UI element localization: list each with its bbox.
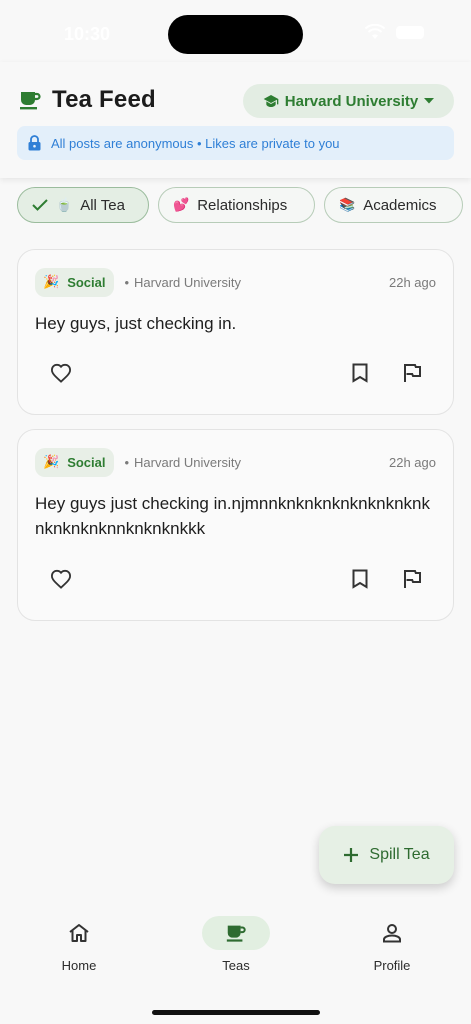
category-tag[interactable]: 🎉 Social: [35, 267, 115, 297]
nav-teas[interactable]: Teas: [186, 916, 286, 973]
like-button[interactable]: [48, 566, 74, 592]
screen: 10:30 Tea Feed Harvard University All po…: [0, 0, 471, 1024]
wifi-icon: [364, 24, 386, 39]
home-icon: [69, 924, 89, 942]
status-bar: 10:30: [0, 0, 471, 62]
cup-icon: [226, 925, 246, 942]
bookmark-button[interactable]: [347, 360, 373, 386]
chevron-down-icon: [424, 98, 435, 104]
nav-icon-wrap: [45, 916, 113, 950]
spill-tea-label: Spill Tea: [369, 846, 430, 863]
tea-emoji-icon: 🍵: [56, 197, 73, 212]
nav-profile[interactable]: Profile: [342, 916, 442, 973]
report-button[interactable]: [399, 360, 425, 386]
home-indicator[interactable]: [152, 1010, 320, 1015]
graduation-cap-icon: [263, 95, 279, 107]
spill-tea-button[interactable]: Spill Tea: [319, 826, 454, 884]
nav-icon-wrap: [358, 916, 426, 950]
flag-icon: [404, 570, 421, 588]
brand: Tea Feed: [18, 86, 156, 114]
nav-label: Teas: [222, 958, 250, 973]
bookmark-icon: [352, 363, 368, 383]
dynamic-island: [168, 15, 303, 54]
books-emoji-icon: 📚: [339, 197, 356, 212]
like-button[interactable]: [48, 360, 74, 386]
plus-icon: [344, 848, 359, 862]
bottom-nav: Home Teas Profile: [0, 900, 471, 1024]
party-emoji-icon: 🎉: [43, 454, 60, 469]
chip-label: Academics: [363, 196, 437, 214]
post-card[interactable]: 🎉 Social • Harvard University 22h ago Hey…: [17, 249, 454, 415]
post-school-name: Harvard University: [134, 454, 241, 470]
hearts-emoji-icon: 💕: [173, 197, 190, 212]
heart-icon: [50, 363, 72, 383]
person-icon: [383, 924, 401, 943]
page-title: Tea Feed: [52, 86, 156, 113]
chip-label: All Tea: [80, 196, 125, 214]
category-tag[interactable]: 🎉 Social: [35, 447, 115, 477]
filter-chips: 🍵 All Tea 💕 Relationships 📚 Academics: [17, 187, 463, 223]
privacy-banner: All posts are anonymous • Likes are priv…: [17, 126, 454, 160]
post-time: 22h ago: [389, 454, 436, 470]
status-time: 10:30: [64, 24, 111, 44]
nav-label: Profile: [373, 958, 411, 973]
nav-icon-wrap: [202, 916, 270, 950]
post-school-name: Harvard University: [134, 274, 241, 290]
battery-icon: [396, 26, 424, 39]
nav-home[interactable]: Home: [29, 916, 129, 973]
category-label: Social: [67, 274, 106, 290]
heart-icon: [50, 569, 72, 589]
chip-label: Relationships: [197, 196, 288, 214]
post-header: 🎉 Social • Harvard University 22h ago: [35, 447, 436, 477]
chip-all-tea[interactable]: 🍵 All Tea: [17, 187, 149, 223]
lock-icon: [28, 135, 41, 151]
post-school: • Harvard University: [124, 454, 241, 470]
school-selector-label: Harvard University: [284, 92, 419, 110]
chip-academics[interactable]: 📚 Academics: [324, 187, 463, 223]
post-header: 🎉 Social • Harvard University 22h ago: [35, 267, 436, 297]
report-button[interactable]: [399, 566, 425, 592]
school-selector[interactable]: Harvard University: [243, 84, 454, 118]
privacy-banner-text: All posts are anonymous • Likes are priv…: [51, 135, 340, 151]
post-time: 22h ago: [389, 274, 436, 290]
cup-icon: [20, 92, 41, 110]
app-header: Tea Feed Harvard University All posts ar…: [0, 62, 471, 178]
check-icon: [32, 199, 48, 211]
party-emoji-icon: 🎉: [43, 274, 60, 289]
bookmark-button[interactable]: [347, 566, 373, 592]
post-school: • Harvard University: [124, 274, 241, 290]
nav-label: Home: [61, 958, 97, 973]
chip-relationships[interactable]: 💕 Relationships: [158, 187, 315, 223]
bookmark-icon: [352, 569, 368, 589]
category-label: Social: [67, 454, 106, 470]
flag-icon: [404, 364, 421, 382]
post-text: Hey guys just checking in.njmnnknknknknk…: [35, 494, 430, 538]
post-card[interactable]: 🎉 Social • Harvard University 22h ago Hey…: [17, 429, 454, 621]
post-text: Hey guys, just checking in.: [35, 314, 237, 333]
